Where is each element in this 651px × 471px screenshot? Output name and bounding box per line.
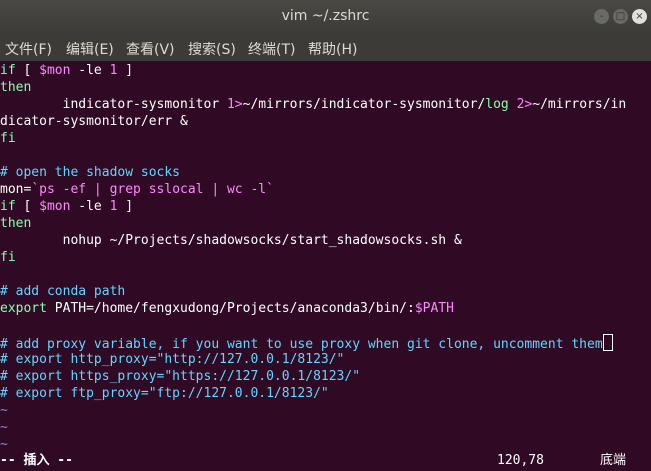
vim-mode-indicator: -- 插入 -- — [0, 453, 73, 468]
buffer-line: then — [0, 215, 651, 232]
minimize-button[interactable]: - — [594, 9, 609, 24]
buffer-line: if [ $mon -le 1 ] — [0, 198, 651, 215]
code-token: # export https_proxy="https://127.0.0.1/… — [0, 369, 361, 384]
code-token: ] — [117, 63, 134, 78]
code-token: [ — [23, 199, 40, 214]
buffer-line: if [ $mon -le 1 ] — [0, 62, 651, 79]
window-title: vim ~/.zshrc — [281, 8, 370, 24]
code-token: if — [0, 63, 24, 78]
code-token: log — [485, 97, 509, 112]
code-token: $PATH — [414, 301, 454, 316]
buffer-line: fi — [0, 249, 651, 266]
scroll-position: 底端 — [600, 453, 627, 468]
menu-search[interactable]: 搜索(S) — [188, 39, 236, 59]
menu-terminal[interactable]: 终端(T) — [248, 39, 295, 59]
buffer-line: # add conda path — [0, 283, 651, 300]
code-token: ] — [117, 199, 134, 214]
buffer-line: ~ — [0, 419, 651, 436]
code-token: 1> — [226, 97, 243, 112]
code-token: # add proxy variable, if you want to use… — [0, 337, 603, 352]
code-token: mon= — [0, 182, 32, 197]
code-token: then — [0, 80, 32, 95]
buffer-line — [0, 266, 651, 283]
buffer-line: then — [0, 79, 651, 96]
buffer-line: fi — [0, 130, 651, 147]
code-token: ~ — [0, 420, 8, 435]
code-token: fi — [0, 131, 16, 146]
buffer-line: # export ftp_proxy="ftp://127.0.0.1/8123… — [0, 385, 651, 402]
code-token: indicator-sysmonitor — [0, 97, 227, 112]
buffer-line: indicator-sysmonitor 1>~/mirrors/indicat… — [0, 96, 651, 113]
code-token: `ps -ef | grep sslocal | wc -l` — [31, 182, 274, 197]
menu-edit[interactable]: 编辑(E) — [66, 39, 114, 59]
code-token: ~ — [0, 437, 8, 450]
buffer-line: mon=`ps -ef | grep sslocal | wc -l` — [0, 181, 651, 198]
code-token: # open the shadow socks — [0, 165, 181, 180]
code-token: -le — [70, 199, 110, 214]
code-token: # export http_proxy="http://127.0.0.1/81… — [0, 352, 345, 367]
code-token: if — [0, 199, 24, 214]
buffer-line: # open the shadow socks — [0, 164, 651, 181]
buffer-line — [0, 147, 651, 164]
code-token: # add conda path — [0, 284, 126, 299]
menu-file[interactable]: 文件(F) — [5, 39, 52, 59]
code-token: $mon — [39, 63, 71, 78]
code-token: [ — [23, 63, 40, 78]
code-token: # export ftp_proxy="ftp://127.0.0.1/8123… — [0, 386, 329, 401]
code-token: ~/mirrors/in — [532, 97, 627, 112]
maximize-button[interactable]: □ — [613, 9, 628, 24]
terminal-buffer[interactable]: if [ $mon -le 1 ] then indicator-sysmonit… — [0, 62, 651, 450]
buffer-line — [0, 317, 651, 334]
cursor-position: 120,78 — [497, 453, 544, 468]
vim-status-line: -- 插入 -- 120,78 底端 — [0, 451, 651, 471]
menu-help[interactable]: 帮助(H) — [308, 39, 357, 59]
menu-view[interactable]: 查看(V) — [126, 39, 175, 59]
buffer-line: dicator-sysmonitor/err & — [0, 113, 651, 130]
buffer-line: # export http_proxy="http://127.0.0.1/81… — [0, 351, 651, 368]
buffer-line: export PATH=/home/fengxudong/Projects/an… — [0, 300, 651, 317]
code-token: 2> — [516, 97, 533, 112]
code-token: $mon — [39, 199, 71, 214]
title-bar: vim ~/.zshrc - □ × — [0, 0, 651, 33]
close-button[interactable]: × — [632, 9, 647, 24]
code-token: nohup ~/Projects/shadowsocks/start_shado… — [0, 233, 462, 248]
buffer-line: ~ — [0, 436, 651, 450]
code-token: fi — [0, 250, 16, 265]
text-cursor — [602, 334, 613, 351]
buffer-line: # export https_proxy="https://127.0.0.1/… — [0, 368, 651, 385]
buffer-line: ~ — [0, 402, 651, 419]
code-token: then — [0, 216, 32, 231]
code-token: export — [0, 301, 47, 316]
code-token: ~ — [0, 403, 8, 418]
buffer-line: # add proxy variable, if you want to use… — [0, 334, 651, 352]
code-token: PATH=/home/fengxudong/Projects/anaconda3… — [46, 301, 415, 316]
code-token: ~/mirrors/indicator-sysmonitor/ — [242, 97, 486, 112]
buffer-line: nohup ~/Projects/shadowsocks/start_shado… — [0, 232, 651, 249]
menu-bar: 文件(F) 编辑(E) 查看(V) 搜索(S) 终端(T) 帮助(H) — [0, 33, 651, 61]
code-token: dicator-sysmonitor/err & — [0, 114, 188, 129]
code-token: -le — [70, 63, 110, 78]
